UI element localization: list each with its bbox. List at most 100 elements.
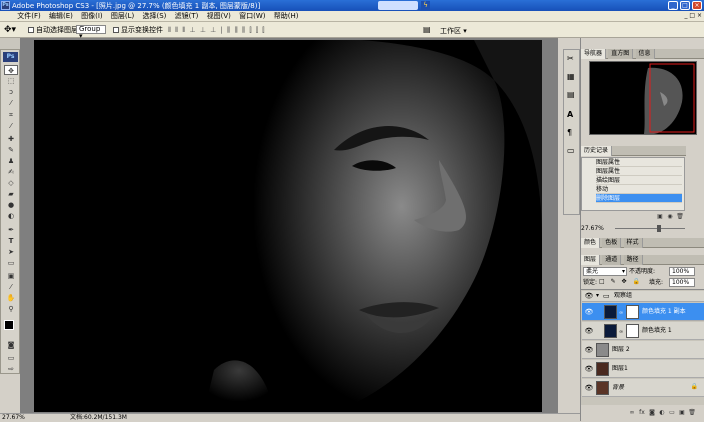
minimize-button[interactable]: _ bbox=[668, 1, 678, 10]
path-select-icon[interactable]: ➤ bbox=[4, 247, 18, 257]
slice-tool-icon[interactable]: ⁄ bbox=[4, 121, 18, 131]
eye-icon[interactable]: 👁 bbox=[584, 364, 594, 374]
paragraph-panel-icon[interactable]: ¶ bbox=[567, 128, 572, 137]
layer-row-selected[interactable]: 👁 ∞ 颜色填充 1 副本 bbox=[582, 303, 704, 321]
maximize-button[interactable]: □ bbox=[680, 1, 690, 10]
dodge-tool-icon[interactable]: ◐ bbox=[4, 211, 18, 221]
foreground-color-swatch[interactable] bbox=[4, 320, 14, 330]
tool-presets-icon[interactable]: ▦ bbox=[567, 72, 575, 81]
type-tool-icon[interactable]: T bbox=[4, 236, 18, 246]
layer-row[interactable]: 👁 背景 🔒 bbox=[582, 379, 704, 397]
snapshot-icon[interactable]: ◉ bbox=[665, 213, 675, 221]
layer-row[interactable]: 👁 图层1 bbox=[582, 360, 704, 378]
trash-icon[interactable]: 🗑 bbox=[687, 409, 697, 417]
tab-swatches[interactable]: 色板 bbox=[602, 238, 622, 248]
auto-select-dropdown[interactable]: Group ▾ bbox=[76, 25, 106, 40]
zoom-slider-thumb[interactable] bbox=[657, 225, 661, 232]
gradient-tool-icon[interactable]: ▰ bbox=[4, 189, 18, 199]
tab-styles[interactable]: 样式 bbox=[623, 238, 643, 248]
history-brush-icon[interactable]: ✍ bbox=[4, 167, 18, 177]
notes-tool-icon[interactable]: ▣ bbox=[4, 271, 18, 281]
shape-tool-icon[interactable]: ▭ bbox=[4, 258, 18, 268]
layer-row[interactable]: 👁 ∞ 颜色填充 1 bbox=[582, 322, 704, 340]
add-mask-icon[interactable]: ◙ bbox=[647, 409, 657, 417]
eye-icon[interactable]: 👁 bbox=[584, 307, 594, 317]
align-buttons[interactable]: ⫴ ⫴ ⫴ ⊥ ⊥ ⊥ | ⫼ ⫼ ⫼ ⫿ ⫿ ⫿ bbox=[168, 26, 266, 35]
tab-history[interactable]: 历史记录 bbox=[581, 146, 613, 156]
new-group-icon[interactable]: ▭ bbox=[667, 409, 677, 417]
navigator-preview[interactable] bbox=[589, 61, 697, 135]
tab-info[interactable]: 信息 bbox=[635, 49, 655, 59]
lock-icons[interactable]: □ ✎ ✥ 🔒 bbox=[599, 278, 642, 285]
zoom-tool-icon[interactable]: ⚲ bbox=[4, 304, 18, 314]
image-canvas[interactable] bbox=[34, 40, 542, 412]
auto-select-checkbox[interactable] bbox=[28, 27, 34, 33]
eye-icon[interactable]: 👁 bbox=[584, 345, 594, 355]
trash-icon[interactable]: 🗑 bbox=[675, 213, 685, 221]
menu-edit[interactable]: 编辑(E) bbox=[46, 11, 76, 22]
navigator-zoom[interactable]: 27.67% bbox=[581, 225, 604, 232]
menu-view[interactable]: 视图(V) bbox=[204, 11, 234, 22]
move-tool-icon[interactable]: ✥ bbox=[4, 65, 18, 75]
clone-stamp-icon[interactable]: ♟ bbox=[4, 156, 18, 166]
menu-file[interactable]: 文件(F) bbox=[14, 11, 44, 22]
close-button[interactable]: × bbox=[692, 1, 702, 10]
jump-to-imageready-icon[interactable]: ⇨ bbox=[4, 364, 18, 374]
tab-color[interactable]: 颜色 bbox=[581, 238, 601, 248]
history-item[interactable]: 描绘图层 bbox=[596, 176, 682, 185]
screen-mode-icon[interactable]: ▭ bbox=[4, 353, 18, 363]
lasso-tool-icon[interactable]: ↄ bbox=[4, 87, 18, 97]
healing-brush-icon[interactable]: ✚ bbox=[4, 134, 18, 144]
quick-mask-icon[interactable]: ◙ bbox=[4, 340, 18, 350]
menu-filter[interactable]: 滤镜(T) bbox=[172, 11, 202, 22]
actions-panel-icon[interactable]: ▭ bbox=[567, 146, 575, 155]
move-tool-icon[interactable]: ✥▾ bbox=[4, 25, 16, 35]
layer-style-icon[interactable]: fx bbox=[637, 409, 647, 417]
character-panel-icon[interactable]: A bbox=[567, 110, 573, 119]
layer-group-row[interactable]: 👁 ▾ ▭ 观察组 bbox=[582, 291, 704, 302]
menu-layer[interactable]: 图层(L) bbox=[108, 11, 137, 22]
new-document-icon[interactable]: ▣ bbox=[655, 213, 665, 221]
layer-row[interactable]: 👁 图层 2 bbox=[582, 341, 704, 359]
show-transform-checkbox[interactable] bbox=[113, 27, 119, 33]
adjustment-layer-icon[interactable]: ◐ bbox=[657, 409, 667, 417]
blend-mode-select[interactable]: 柔光 ▾ bbox=[583, 267, 627, 276]
history-item[interactable]: 图层属性 bbox=[596, 158, 682, 167]
zoom-slider[interactable] bbox=[615, 228, 685, 229]
workspace-button[interactable]: 工作区 ▾ bbox=[440, 26, 467, 36]
history-item[interactable]: 图层属性 bbox=[596, 167, 682, 176]
eraser-tool-icon[interactable]: ◇ bbox=[4, 178, 18, 188]
menu-window[interactable]: 窗口(W) bbox=[236, 11, 268, 22]
tab-navigator[interactable]: 导航器 bbox=[581, 49, 607, 59]
bridge-button[interactable] bbox=[378, 1, 418, 10]
history-item[interactable]: 移动 bbox=[596, 185, 682, 194]
history-item-selected[interactable]: 删除图层 bbox=[596, 194, 682, 203]
fill-input[interactable]: 100% bbox=[669, 278, 695, 287]
brush-tool-icon[interactable]: ✎ bbox=[4, 145, 18, 155]
palette-well-icon[interactable]: ▤ bbox=[423, 25, 431, 34]
menu-help[interactable]: 帮助(H) bbox=[271, 11, 302, 22]
chevron-down-icon[interactable]: ▾ bbox=[596, 292, 599, 299]
link-icon[interactable]: ∞ bbox=[619, 310, 623, 316]
layer-comps-icon[interactable]: ▤ bbox=[567, 90, 575, 99]
eye-icon[interactable]: 👁 bbox=[584, 383, 594, 393]
crop-tool-icon[interactable]: ⌗ bbox=[4, 110, 18, 120]
blur-tool-icon[interactable]: ● bbox=[4, 200, 18, 210]
opacity-input[interactable]: 100% bbox=[669, 267, 695, 276]
menu-image[interactable]: 图像(I) bbox=[78, 11, 106, 22]
eye-icon[interactable]: 👁 bbox=[584, 291, 594, 301]
tab-channels[interactable]: 通道 bbox=[602, 255, 622, 265]
eyedropper-icon[interactable]: ⁄ bbox=[4, 282, 18, 292]
menu-select[interactable]: 选择(S) bbox=[139, 11, 169, 22]
lightning-icon[interactable]: ϟ bbox=[421, 1, 430, 10]
brushes-panel-icon[interactable]: ✂ bbox=[567, 54, 574, 63]
tab-paths[interactable]: 路径 bbox=[623, 255, 643, 265]
tab-histogram[interactable]: 直方图 bbox=[608, 49, 634, 59]
magic-wand-icon[interactable]: ⁄ bbox=[4, 98, 18, 108]
link-icon[interactable]: ∞ bbox=[619, 329, 623, 335]
pen-tool-icon[interactable]: ✒ bbox=[4, 225, 18, 235]
hand-tool-icon[interactable]: ✋ bbox=[4, 293, 18, 303]
tab-layers[interactable]: 图层 bbox=[581, 255, 601, 265]
link-layers-icon[interactable]: ∞ bbox=[627, 409, 637, 417]
eye-icon[interactable]: 👁 bbox=[584, 326, 594, 336]
